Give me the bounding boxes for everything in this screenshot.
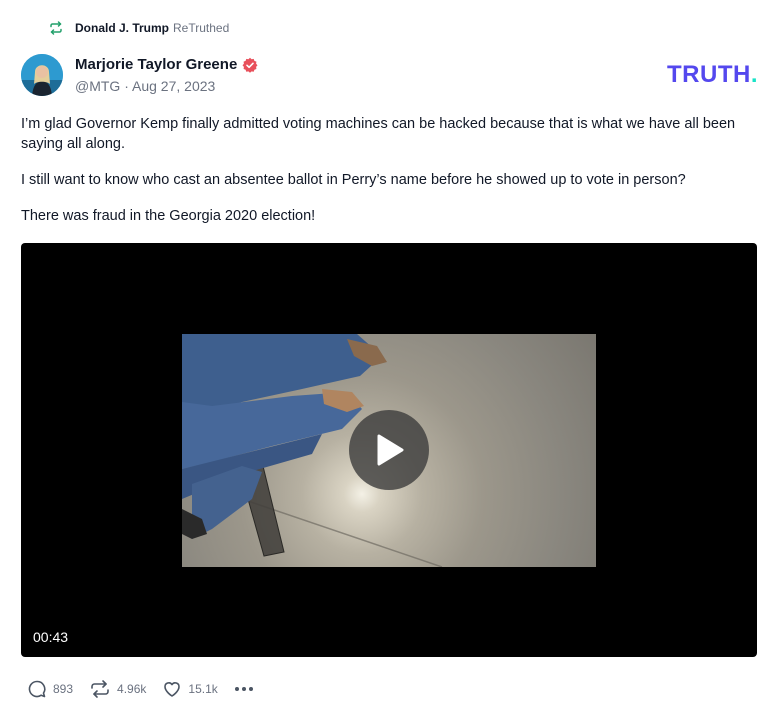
reply-button[interactable]: 893 [27, 679, 73, 699]
more-icon [234, 686, 254, 692]
retruth-icon [48, 20, 64, 36]
like-count: 15.1k [188, 682, 218, 696]
post-paragraph-1: I’m glad Governor Kemp finally admitted … [21, 116, 736, 152]
author-handle[interactable]: @MTG [75, 78, 120, 94]
reply-icon [27, 679, 47, 699]
reply-count: 893 [53, 682, 74, 696]
retruth-button[interactable]: 4.96k [89, 679, 146, 699]
retruth-action-icon [89, 679, 111, 699]
post-body: I’m glad Governor Kemp finally admitted … [21, 114, 759, 242]
video-duration: 00:43 [33, 629, 69, 645]
post-paragraph-3: There was fraud in the Georgia 2020 elec… [21, 208, 316, 224]
verified-badge-icon [242, 57, 258, 73]
author-name[interactable]: Marjorie Taylor Greene [75, 55, 237, 75]
like-button[interactable]: 15.1k [162, 679, 218, 699]
more-button[interactable] [234, 686, 254, 692]
post-paragraph-2: I still want to know who cast an absente… [21, 172, 686, 188]
truth-logo-dot: . [750, 61, 758, 88]
truth-logo-text: TRUTH [667, 61, 751, 88]
video-player[interactable]: 00:43 [21, 243, 757, 657]
retruth-user-name[interactable]: Donald J. Trump [75, 21, 169, 35]
action-bar: 893 4.96k 15.1k [27, 678, 254, 700]
retruth-count: 4.96k [117, 682, 147, 696]
truth-logo[interactable]: TRUTH. [667, 61, 758, 89]
author-name-line: Marjorie Taylor Greene [75, 55, 258, 75]
author-row: Marjorie Taylor Greene @MTG · Aug 27, 20… [21, 54, 258, 96]
play-button[interactable] [349, 410, 429, 490]
avatar[interactable] [21, 54, 63, 96]
heart-icon [162, 679, 182, 699]
retruth-header: Donald J. Trump ReTruthed [48, 19, 229, 37]
author-meta: Marjorie Taylor Greene @MTG · Aug 27, 20… [75, 55, 258, 95]
handle-line: @MTG · Aug 27, 2023 [75, 77, 258, 95]
meta-separator: · [124, 78, 132, 94]
retruth-label: ReTruthed [173, 21, 230, 35]
play-icon [372, 432, 406, 468]
post-date[interactable]: Aug 27, 2023 [132, 78, 215, 94]
